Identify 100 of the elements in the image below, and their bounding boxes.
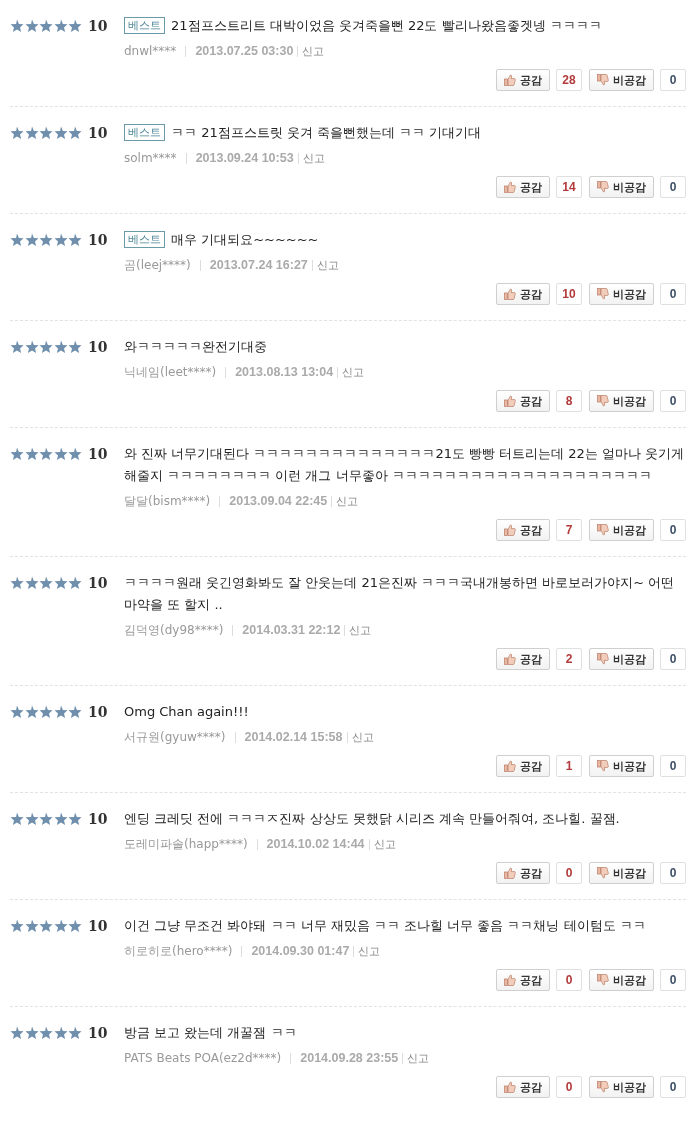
report-link[interactable]: 신고: [349, 622, 372, 638]
like-count: 0: [556, 1076, 582, 1098]
rating-score: 10: [88, 1025, 108, 1041]
dislike-button[interactable]: 비공감: [589, 390, 654, 412]
rating-score: 10: [88, 811, 108, 827]
author-name: PATS Beats POA(ez2d****): [124, 1051, 282, 1065]
dislike-button[interactable]: 비공감: [589, 862, 654, 884]
dislike-count: 0: [660, 1076, 686, 1098]
author-name: dnwl****: [124, 44, 177, 58]
thumbs-down-icon: [597, 1081, 609, 1093]
review-text: 와ㅋㅋㅋㅋㅋ완전기대중: [124, 339, 267, 354]
thumbs-down-icon: [597, 395, 609, 407]
report-link[interactable]: 신고: [407, 1050, 430, 1066]
thumbs-down-icon: [597, 288, 609, 300]
dislike-button[interactable]: 비공감: [589, 755, 654, 777]
review-text: 21점프스트리트 대박이었음 웃겨죽을뻔 22도 빨리나왔음좋겟넹 ㅋㅋㅋㅋ: [171, 18, 602, 33]
like-button[interactable]: 공감: [496, 283, 550, 305]
rating-score: 10: [88, 339, 108, 355]
dislike-count: 0: [660, 862, 686, 884]
dislike-button[interactable]: 비공감: [589, 1076, 654, 1098]
author-name: 곰(leej****): [124, 256, 191, 274]
dislike-count: 0: [660, 519, 686, 541]
like-button[interactable]: 공감: [496, 519, 550, 541]
like-button[interactable]: 공감: [496, 390, 550, 412]
thumbs-down-icon: [597, 974, 609, 986]
rating-score: 10: [88, 575, 108, 591]
dislike-count: 0: [660, 283, 686, 305]
report-link[interactable]: 신고: [351, 729, 374, 745]
review-date: 2014.10.02 14:44: [266, 837, 365, 851]
dislike-button[interactable]: 비공감: [589, 283, 654, 305]
like-count: 2: [556, 648, 582, 670]
like-count: 14: [556, 176, 582, 198]
rating-score: 10: [88, 232, 108, 248]
review-text: 방금 보고 왔는데 개꿀잼 ㅋㅋ: [124, 1025, 297, 1040]
report-link[interactable]: 신고: [358, 943, 381, 959]
dislike-count: 0: [660, 390, 686, 412]
best-badge: 베스트: [124, 231, 165, 248]
review-date: 2013.07.25 03:30: [195, 44, 294, 58]
thumbs-down-icon: [597, 181, 609, 193]
thumbs-up-icon: [504, 288, 516, 300]
thumbs-up-icon: [504, 74, 516, 86]
like-button[interactable]: 공감: [496, 69, 550, 91]
thumbs-up-icon: [504, 1081, 516, 1093]
review-text: 매우 기대되요~~~~~~: [171, 232, 319, 247]
dislike-button[interactable]: 비공감: [589, 648, 654, 670]
dislike-button[interactable]: 비공감: [589, 519, 654, 541]
author-name: 김덕영(dy98****): [124, 621, 224, 639]
review-text: ㅋㅋㅋㅋ원래 웃긴영화봐도 잘 안웃는데 21은진짜 ㅋㅋㅋ국내개봉하면 바로보러가야지~ 어떤 마약을 또 할지 ..: [124, 575, 675, 612]
dislike-button[interactable]: 비공감: [589, 69, 654, 91]
thumbs-down-icon: [597, 760, 609, 772]
thumbs-up-icon: [504, 181, 516, 193]
thumbs-up-icon: [504, 524, 516, 536]
review-text: 와 진짜 너무기대된다 ㅋㅋㅋㅋㅋㅋㅋㅋㅋㅋㅋㅋㅋㅋ21도 빵빵 터트리는데 22는 얼마나 웃기게 해줄지 ㅋㅋㅋㅋㅋㅋㅋㅋ 이런 개그 너무좋아 ㅋㅋㅋㅋㅋㅋㅋㅋㅋㅋㅋㅋㅋㅋㅋㅋㅋㅋㅋㅋ: [124, 446, 685, 483]
dislike-button[interactable]: 비공감: [589, 176, 654, 198]
author-name: 도레미파솔(happ****): [124, 835, 248, 853]
dislike-count: 0: [660, 176, 686, 198]
report-link[interactable]: 신고: [373, 836, 396, 852]
like-count: 8: [556, 390, 582, 412]
report-link[interactable]: 신고: [302, 150, 325, 166]
dislike-count: 0: [660, 69, 686, 91]
review-text: 이건 그냥 무조건 봐야돼 ㅋㅋ 너무 재밌음 ㅋㅋ 조나힐 너무 좋음 ㅋㅋ채닝 테이텀도 ㅋㅋ: [124, 918, 646, 933]
rating-score: 10: [88, 704, 108, 720]
review-date: 2014.09.28 23:55: [300, 1051, 399, 1065]
thumbs-down-icon: [597, 653, 609, 665]
like-button[interactable]: 공감: [496, 862, 550, 884]
review-date: 2014.03.31 22:12: [242, 623, 341, 637]
like-count: 1: [556, 755, 582, 777]
thumbs-down-icon: [597, 867, 609, 879]
dislike-count: 0: [660, 969, 686, 991]
report-link[interactable]: 신고: [342, 364, 365, 380]
like-button[interactable]: 공감: [496, 1076, 550, 1098]
thumbs-down-icon: [597, 74, 609, 86]
dislike-count: 0: [660, 755, 686, 777]
like-count: 7: [556, 519, 582, 541]
author-name: 달달(bism****): [124, 492, 211, 510]
like-button[interactable]: 공감: [496, 176, 550, 198]
like-count: 0: [556, 969, 582, 991]
dislike-count: 0: [660, 648, 686, 670]
report-link[interactable]: 신고: [302, 43, 325, 59]
review-text: Omg Chan again!!!: [124, 704, 249, 719]
review-date: 2013.07.24 16:27: [209, 258, 308, 272]
rating-score: 10: [88, 446, 108, 462]
thumbs-up-icon: [504, 867, 516, 879]
like-count: 10: [556, 283, 582, 305]
thumbs-up-icon: [504, 653, 516, 665]
author-name: 히로히로(hero****): [124, 942, 233, 960]
review-date: 2013.09.24 10:53: [195, 151, 294, 165]
rating-score: 10: [88, 125, 108, 141]
author-name: 닉네임(leet****): [124, 363, 217, 381]
like-button[interactable]: 공감: [496, 969, 550, 991]
thumbs-up-icon: [504, 974, 516, 986]
review-date: 2013.08.13 13:04: [235, 365, 334, 379]
like-button[interactable]: 공감: [496, 755, 550, 777]
review-date: 2014.02.14 15:58: [244, 730, 343, 744]
report-link[interactable]: 신고: [336, 493, 359, 509]
author-name: solm****: [124, 151, 177, 165]
thumbs-down-icon: [597, 524, 609, 536]
report-link[interactable]: 신고: [316, 257, 339, 273]
dislike-button[interactable]: 비공감: [589, 969, 654, 991]
like-button[interactable]: 공감: [496, 648, 550, 670]
